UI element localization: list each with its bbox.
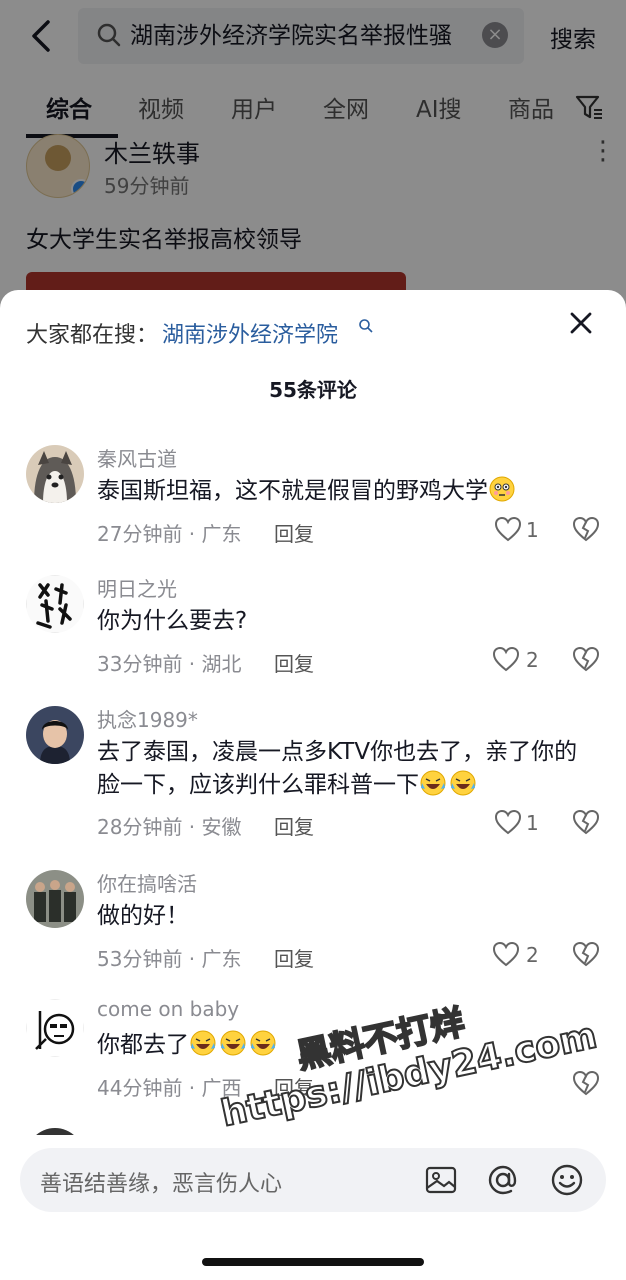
comment-item: come on baby 你都去了 44分钟前 · 广西 回复 [0,997,626,1129]
comment-text: 你都去了 [97,1029,597,1062]
laugh-cry-emoji-icon [450,770,476,796]
comment-item: 明日之光 你为什么要去? 33分钟前 · 湖北 回复 2 [0,575,626,705]
comment-text: 你为什么要去? [97,608,248,634]
search-icon [359,319,373,333]
at-icon[interactable] [486,1163,520,1197]
avatar[interactable] [26,870,84,928]
avatar[interactable] [26,445,84,503]
flushed-face-emoji-icon [489,476,515,502]
suggest-label: 大家都在搜： [26,323,159,348]
close-icon[interactable] [566,308,596,338]
like-count: 2 [526,943,539,967]
comment-text: 去了泰国，凌晨一点多KTV你也去了，亲了你的脸一下，应该判什么罪科普一下 [97,739,578,798]
comment-meta: 33分钟前 · 湖北 [97,652,242,676]
avatar[interactable] [26,706,84,764]
comment-item: 执念1989* 去了泰国，凌晨一点多KTV你也去了，亲了你的脸一下，应该判什么罪… [0,706,626,866]
comment-text: 做的好！ [97,903,189,929]
comment-text: 泰国斯坦福，这不就是假冒的野鸡大学 [97,475,597,508]
comment-input[interactable]: 善语结善缘，恶言伤人心 [20,1148,606,1212]
comment-meta: 44分钟前 · 广西 [97,1076,242,1100]
comment-item: 你在搞啥活 做的好！ 53分钟前 · 广东 回复 2 [0,870,626,1000]
reply-button[interactable]: 回复 [274,943,314,972]
like-count: 1 [526,811,539,835]
avatar[interactable] [26,575,84,633]
comment-author[interactable]: come on baby [97,997,239,1021]
laugh-cry-emoji-icon [190,1030,216,1056]
comment-meta: 28分钟前 · 安徽 [97,815,242,839]
image-icon[interactable] [424,1163,458,1197]
heart-icon[interactable] [494,516,522,542]
comment-item: 秦风古道 泰国斯坦福，这不就是假冒的野鸡大学 27分钟前 · 广东 回复 1 [0,445,626,575]
comment-sheet: 大家都在搜： 湖南涉外经济学院 55条评论 秦风古道 泰国斯坦福，这不就是假冒的… [0,290,626,1280]
heart-icon[interactable] [492,646,520,672]
reply-button[interactable]: 回复 [274,518,314,547]
heart-icon[interactable] [492,941,520,967]
comment-author[interactable]: 你在搞啥活 [97,868,197,897]
broken-heart-icon[interactable] [572,646,600,672]
reply-button[interactable]: 回复 [274,1072,314,1101]
reply-button[interactable]: 回复 [274,648,314,677]
like-count: 1 [526,518,539,542]
broken-heart-icon[interactable] [572,809,600,835]
suggest-search-link[interactable]: 湖南涉外经济学院 [162,317,338,349]
comment-meta: 27分钟前 · 广东 [97,522,242,546]
broken-heart-icon[interactable] [572,941,600,967]
laugh-cry-emoji-icon [250,1030,276,1056]
comment-input-placeholder[interactable]: 善语结善缘，恶言伤人心 [40,1166,282,1198]
avatar[interactable] [26,999,84,1057]
comment-author[interactable]: 明日之光 [97,573,177,602]
comment-author[interactable]: 秦风古道 [97,443,177,472]
laugh-cry-emoji-icon [420,770,446,796]
laugh-cry-emoji-icon [220,1030,246,1056]
reply-button[interactable]: 回复 [274,811,314,840]
emoji-icon[interactable] [550,1163,584,1197]
broken-heart-icon[interactable] [572,516,600,542]
comment-meta: 53分钟前 · 广东 [97,947,242,971]
broken-heart-icon[interactable] [572,1070,600,1096]
like-count: 2 [526,648,539,672]
home-indicator [202,1258,424,1266]
heart-icon[interactable] [494,809,522,835]
comment-count: 55条评论 [269,378,357,402]
comment-author[interactable]: 执念1989* [97,704,198,733]
